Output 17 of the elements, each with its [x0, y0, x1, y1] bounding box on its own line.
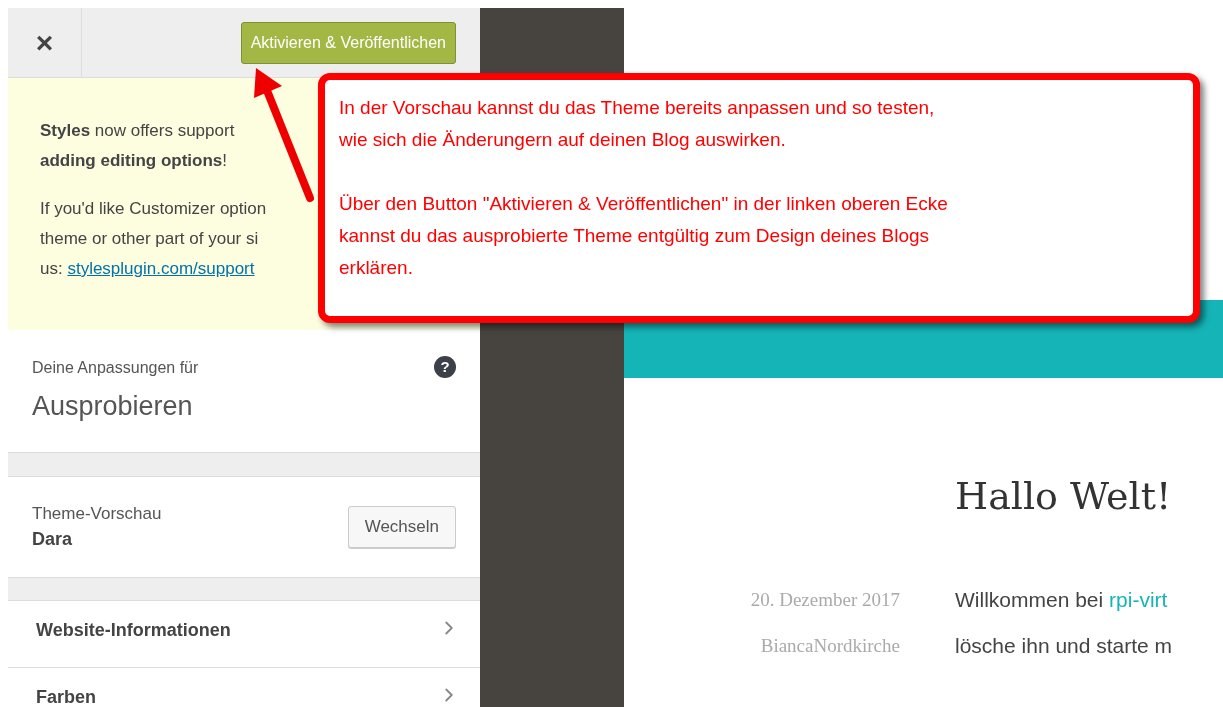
info-label: Deine Anpassungen für — [32, 358, 199, 378]
notice-text: us: — [40, 258, 64, 280]
close-button[interactable]: × — [8, 8, 82, 77]
post-title: Hallo Welt! — [955, 473, 1172, 520]
help-icon[interactable]: ? — [434, 356, 456, 378]
support-link[interactable]: stylesplugin.com/support — [67, 254, 255, 284]
callout-text: Über den Button "Aktivieren & Veröffentlichen" in der linken oberen Ecke kannst du das ausprobierte Theme entgültig zum Design deines Blogs erklären. — [339, 192, 948, 280]
info-title: Ausprobieren — [32, 390, 193, 423]
post-text: lösche ihn und starte m — [955, 633, 1173, 659]
post-text: Willkommen bei — [955, 587, 1105, 613]
switch-button[interactable]: Wechseln — [347, 506, 456, 548]
callout-text: In der Vorschau kannst du das Theme bereits anpassen und so testen, wie sich die Änderungern auf deinen Blog auswirken. — [339, 96, 935, 152]
post-date: 20. Dezember 2017 — [750, 588, 900, 612]
theme-name: Dara — [32, 528, 73, 552]
theme-label: Theme-Vorschau — [32, 502, 162, 525]
post-author: BiancaNordkirche — [760, 634, 900, 658]
notice-text: Styles now offers support adding editing options! — [40, 120, 235, 172]
